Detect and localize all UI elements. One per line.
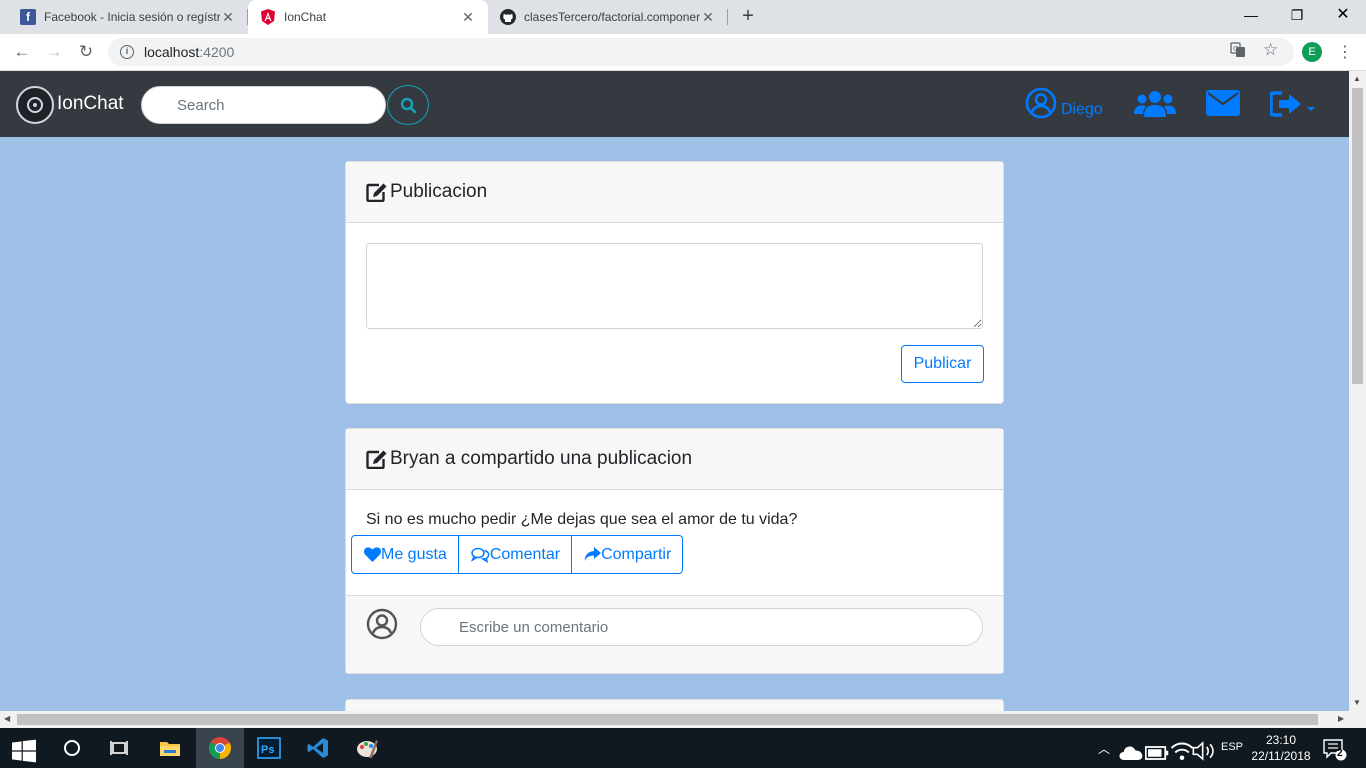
search-icon [400,97,417,114]
task-view-icon[interactable] [108,736,132,760]
reload-icon[interactable]: ↻ [76,42,96,62]
scroll-right-arrow-icon[interactable]: ▶ [1338,714,1344,723]
logout-dropdown-icon[interactable] [1270,90,1318,118]
close-tab-icon[interactable]: ✕ [460,9,476,26]
tab-title: clasesTercero/factorial.componer [524,10,700,24]
site-info-icon[interactable]: i [120,45,134,59]
file-explorer-icon[interactable] [158,736,182,760]
publish-button[interactable]: Publicar [901,345,984,383]
url-host: localhost [144,44,200,60]
close-tab-icon[interactable]: ✕ [700,9,716,26]
chrome-icon[interactable] [208,736,232,760]
messages-envelope-icon[interactable] [1206,90,1240,116]
windows-start-icon[interactable] [12,739,36,763]
next-post-header [346,700,1003,711]
friends-users-icon[interactable] [1134,90,1176,118]
scroll-down-arrow-icon[interactable]: ▼ [1353,698,1361,707]
browser-menu-icon[interactable]: ⋮ [1337,42,1353,62]
battery-icon[interactable] [1145,741,1169,765]
brand-name[interactable]: IonChat [57,93,124,115]
vertical-scrollbar[interactable]: ▲ ▼ [1349,71,1366,711]
clock-time: 23:10 [1265,733,1297,747]
minimize-icon[interactable]: — [1228,0,1274,30]
taskbar-clock[interactable]: 23:10 22/11/2018 [1246,732,1316,764]
input-language[interactable]: ESP [1221,741,1243,753]
browser-toolbar: ← → ↻ i localhost:4200 G ☆ [0,34,1366,71]
post-text: Si no es mucho pedir ¿Me dejas que sea e… [366,511,798,528]
heart-icon [364,547,381,562]
bookmark-star-icon[interactable]: ☆ [1263,40,1278,60]
post-card-header: Bryan a compartido una publicacion [346,429,1003,490]
restore-icon[interactable]: ❐ [1274,0,1320,30]
svg-text:G: G [1233,45,1238,53]
post-textarea[interactable] [366,243,983,329]
scroll-left-arrow-icon[interactable]: ◀ [4,714,10,723]
comment-footer [346,595,1003,673]
onedrive-cloud-icon[interactable] [1119,740,1143,764]
profile-avatar[interactable]: E [1302,42,1322,62]
tab-facebook[interactable]: f Facebook - Inicia sesión o regístr ✕ [8,0,248,34]
compose-card-header: Publicacion [346,162,1003,223]
share-button[interactable]: Compartir [571,535,684,574]
horizontal-scrollbar[interactable]: ◀ ▶ [0,711,1366,728]
clock-date: 22/11/2018 [1251,749,1311,763]
tab-github[interactable]: clasesTercero/factorial.componer ✕ [488,0,728,34]
user-avatar-icon [366,608,398,640]
browser-tab-strip: f Facebook - Inicia sesión o regístr ✕ I… [0,0,1366,34]
action-center-icon[interactable] [1323,738,1347,762]
paint-icon[interactable] [355,736,379,760]
comment-input[interactable] [420,608,983,646]
edit-icon [366,450,387,469]
tab-title: Facebook - Inicia sesión o regístr [44,10,220,24]
photoshop-icon[interactable]: Ps [257,736,281,760]
search-button[interactable] [387,85,429,125]
scroll-up-arrow-icon[interactable]: ▲ [1353,74,1361,83]
user-circle-icon[interactable] [1025,87,1057,119]
search-input[interactable] [141,86,386,124]
comment-button[interactable]: Comentar [457,535,573,574]
vscode-icon[interactable] [306,736,330,760]
new-tab-plus-icon[interactable]: + [737,5,759,27]
angular-icon [260,9,276,25]
show-hidden-icons-icon[interactable]: ︿ [1098,740,1110,757]
close-tab-icon[interactable]: ✕ [220,9,236,26]
forward-arrow-icon[interactable]: → [44,42,64,62]
tab-divider [727,9,728,25]
notification-count: 2 [1337,748,1343,759]
comments-icon [470,547,490,563]
app-navbar: IonChat Diego [0,71,1349,137]
tab-title: IonChat [284,10,327,24]
next-post-card [345,699,1004,711]
windows-taskbar: Ps ︿ ESP 23:10 22/11/2018 2 [0,728,1366,768]
post-card: Bryan a compartido una publicacion Si no… [345,428,1004,674]
user-name-link[interactable]: Diego [1061,101,1103,119]
tab-ionchat[interactable]: IonChat ✕ [248,0,488,34]
share-label: Compartir [601,545,672,563]
page-viewport: IonChat Diego [0,71,1349,711]
back-arrow-icon[interactable]: ← [12,42,32,62]
volume-icon[interactable] [1192,739,1216,763]
compose-card: Publicacion Publicar [345,161,1004,404]
translate-icon[interactable]: G [1230,42,1246,62]
svg-text:Ps: Ps [261,744,274,756]
comment-label: Comentar [489,545,561,563]
address-bar[interactable]: i localhost:4200 [108,38,1294,66]
facebook-icon: f [20,9,36,25]
url-port: :4200 [199,44,235,60]
post-actions: Me gusta Comentar Compartir [351,535,684,574]
scroll-thumb[interactable] [17,714,1318,725]
close-window-icon[interactable]: ✕ [1320,0,1366,30]
like-label: Me gusta [381,545,447,563]
wifi-icon[interactable] [1170,739,1194,763]
scroll-thumb[interactable] [1352,88,1363,384]
post-title: Bryan a compartido una publicacion [390,448,693,469]
github-icon [500,9,516,25]
compose-title: Publicacion [390,181,488,202]
ionchat-logo-icon[interactable] [16,86,54,124]
share-icon [584,547,602,561]
edit-icon [366,183,387,202]
cortana-search-icon[interactable] [61,736,85,760]
like-button[interactable]: Me gusta [351,535,459,574]
